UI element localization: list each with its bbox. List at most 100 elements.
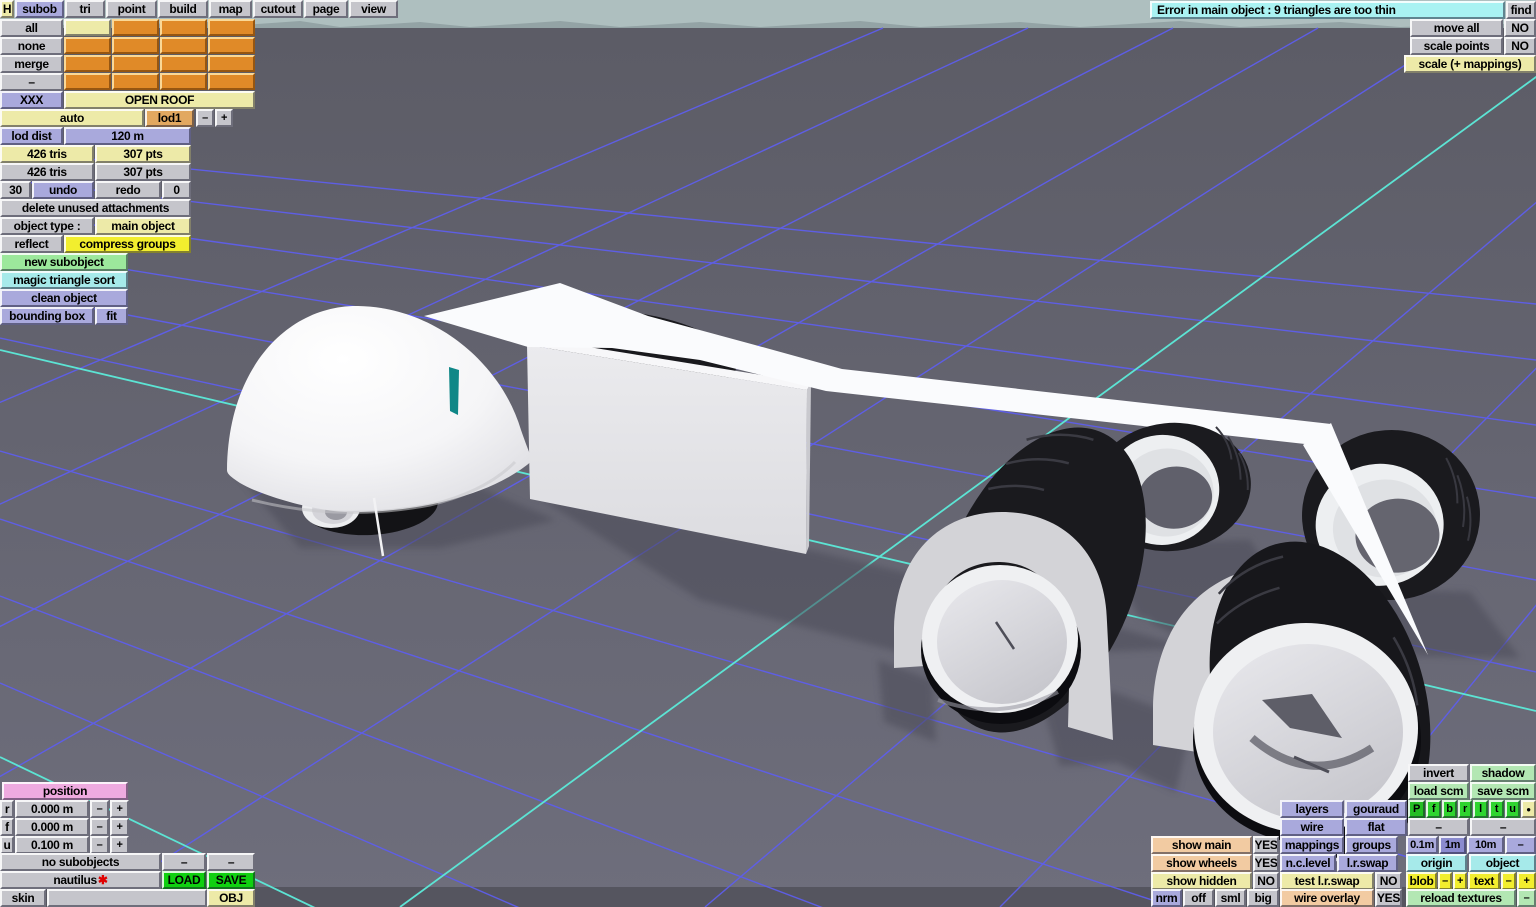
clean-object-button[interactable]: clean object — [0, 289, 128, 307]
origin-button[interactable]: origin — [1406, 854, 1467, 872]
grid-01m-button[interactable]: 0.1m — [1406, 836, 1438, 854]
mapping-cell[interactable] — [112, 19, 159, 36]
axis-f-plus[interactable]: + — [110, 818, 129, 836]
nrm-big-button[interactable]: big — [1247, 889, 1279, 907]
mapping-cell-selected[interactable] — [64, 19, 111, 36]
mapping-cell[interactable] — [160, 19, 207, 36]
text-button[interactable]: text — [1468, 872, 1500, 890]
select-none-button[interactable]: none — [0, 37, 63, 55]
channel-u-button[interactable]: u — [1505, 800, 1520, 818]
wire-button[interactable]: wire — [1280, 818, 1344, 836]
grid-1m-button[interactable]: 1m — [1439, 836, 1466, 854]
mappings-button[interactable]: mappings — [1280, 836, 1344, 854]
invert-button[interactable]: invert — [1408, 764, 1469, 782]
position-title[interactable]: position — [2, 782, 128, 800]
dash-button-1[interactable]: – — [1408, 818, 1469, 836]
axis-u-plus[interactable]: + — [110, 836, 129, 854]
subobject-next-button[interactable]: – — [207, 853, 255, 871]
shadow-button[interactable]: shadow — [1470, 764, 1536, 782]
mapping-cell[interactable] — [160, 73, 207, 90]
reload-dash-button[interactable]: – — [1517, 889, 1536, 907]
file-name-field[interactable]: nautilus ✱ — [0, 871, 161, 889]
menu-build[interactable]: build — [158, 0, 208, 18]
viewport-3d[interactable] — [0, 0, 1536, 907]
reflect-button[interactable]: reflect — [0, 235, 63, 253]
reload-textures-button[interactable]: reload textures — [1406, 889, 1516, 907]
redo-button[interactable]: redo — [95, 181, 161, 199]
lod-dist-value[interactable]: 120 m — [64, 127, 191, 145]
nrm-button[interactable]: nrm — [1151, 889, 1182, 907]
channel-b-button[interactable]: b — [1442, 800, 1457, 818]
test-lr-swap-button[interactable]: test l.r.swap — [1280, 872, 1374, 890]
flat-button[interactable]: flat — [1345, 818, 1407, 836]
groups-button[interactable]: groups — [1345, 836, 1398, 854]
blob-minus-button[interactable]: – — [1438, 872, 1452, 890]
grid-10m-button[interactable]: 10m — [1467, 836, 1504, 854]
menu-map[interactable]: map — [209, 0, 252, 18]
mapping-cell[interactable] — [208, 73, 255, 90]
menu-cutout[interactable]: cutout — [253, 0, 303, 18]
menu-h[interactable]: H — [0, 0, 14, 18]
load-scm-button[interactable]: load scm — [1408, 782, 1469, 800]
channel-t-button[interactable]: t — [1489, 800, 1504, 818]
move-all-button[interactable]: move all — [1410, 19, 1503, 37]
merge-button[interactable]: merge — [0, 55, 63, 73]
scale-points-toggle[interactable]: NO — [1504, 37, 1536, 55]
axis-u-value[interactable]: 0.100 m — [15, 836, 89, 854]
mapping-cell[interactable] — [208, 37, 255, 54]
menu-subob[interactable]: subob — [15, 0, 64, 18]
object-type-value[interactable]: main object — [95, 217, 191, 235]
axis-u-minus[interactable]: – — [90, 836, 109, 854]
show-wheels-button[interactable]: show wheels — [1151, 854, 1252, 872]
scale-points-button[interactable]: scale points — [1410, 37, 1503, 55]
channel-p-button[interactable]: P — [1408, 800, 1425, 818]
show-main-button[interactable]: show main — [1151, 836, 1252, 854]
mapping-cell[interactable] — [64, 55, 111, 72]
channel-r-button[interactable]: r — [1458, 800, 1472, 818]
nc-level-button[interactable]: n.c.level — [1280, 854, 1336, 872]
load-button[interactable]: LOAD — [162, 871, 206, 889]
mapping-cell[interactable] — [64, 37, 111, 54]
object-button[interactable]: object — [1469, 854, 1536, 872]
teal-marker[interactable] — [449, 367, 459, 415]
test-lr-swap-toggle[interactable]: NO — [1375, 872, 1402, 890]
mapping-cell[interactable] — [208, 55, 255, 72]
axis-f-minus[interactable]: – — [90, 818, 109, 836]
fit-button[interactable]: fit — [95, 307, 128, 325]
text-minus-button[interactable]: – — [1501, 872, 1516, 890]
find-button[interactable]: find — [1506, 1, 1536, 19]
mapping-cell[interactable] — [112, 55, 159, 72]
show-hidden-toggle[interactable]: NO — [1253, 872, 1279, 890]
axis-r-plus[interactable]: + — [110, 800, 129, 818]
save-scm-button[interactable]: save scm — [1470, 782, 1536, 800]
open-roof-button[interactable]: OPEN ROOF — [64, 91, 255, 109]
xxx-button[interactable]: XXX — [0, 91, 63, 109]
gouraud-button[interactable]: gouraud — [1345, 800, 1407, 818]
skin-button[interactable]: skin — [0, 889, 46, 907]
mapping-cell[interactable] — [160, 55, 207, 72]
nrm-sml-button[interactable]: sml — [1215, 889, 1246, 907]
dash-button-2[interactable]: – — [1470, 818, 1536, 836]
dash-button[interactable]: – — [0, 73, 63, 91]
mapping-cell[interactable] — [112, 73, 159, 90]
menu-tri[interactable]: tri — [65, 0, 105, 18]
compress-groups-button[interactable]: compress groups — [64, 235, 191, 253]
subobject-prev-button[interactable]: – — [162, 853, 206, 871]
subobjects-selector[interactable]: no subobjects — [0, 853, 161, 871]
magic-triangle-sort-button[interactable]: magic triangle sort — [0, 271, 128, 289]
lod-plus-button[interactable]: + — [215, 109, 233, 127]
lr-swap-button[interactable]: l.r.swap — [1337, 854, 1398, 872]
lod-auto-button[interactable]: auto — [0, 109, 144, 127]
menu-page[interactable]: page — [304, 0, 348, 18]
mapping-cell[interactable] — [160, 37, 207, 54]
menu-view[interactable]: view — [349, 0, 398, 18]
obj-export-button[interactable]: OBJ — [207, 889, 255, 907]
channel-f-button[interactable]: f — [1426, 800, 1441, 818]
mapping-cell[interactable] — [208, 19, 255, 36]
show-wheels-toggle[interactable]: YES — [1253, 854, 1279, 872]
show-main-toggle[interactable]: YES — [1253, 836, 1279, 854]
axis-r-minus[interactable]: – — [90, 800, 109, 818]
scale-mappings-button[interactable]: scale (+ mappings) — [1404, 55, 1536, 73]
text-plus-button[interactable]: + — [1517, 872, 1536, 890]
select-all-button[interactable]: all — [0, 19, 63, 37]
